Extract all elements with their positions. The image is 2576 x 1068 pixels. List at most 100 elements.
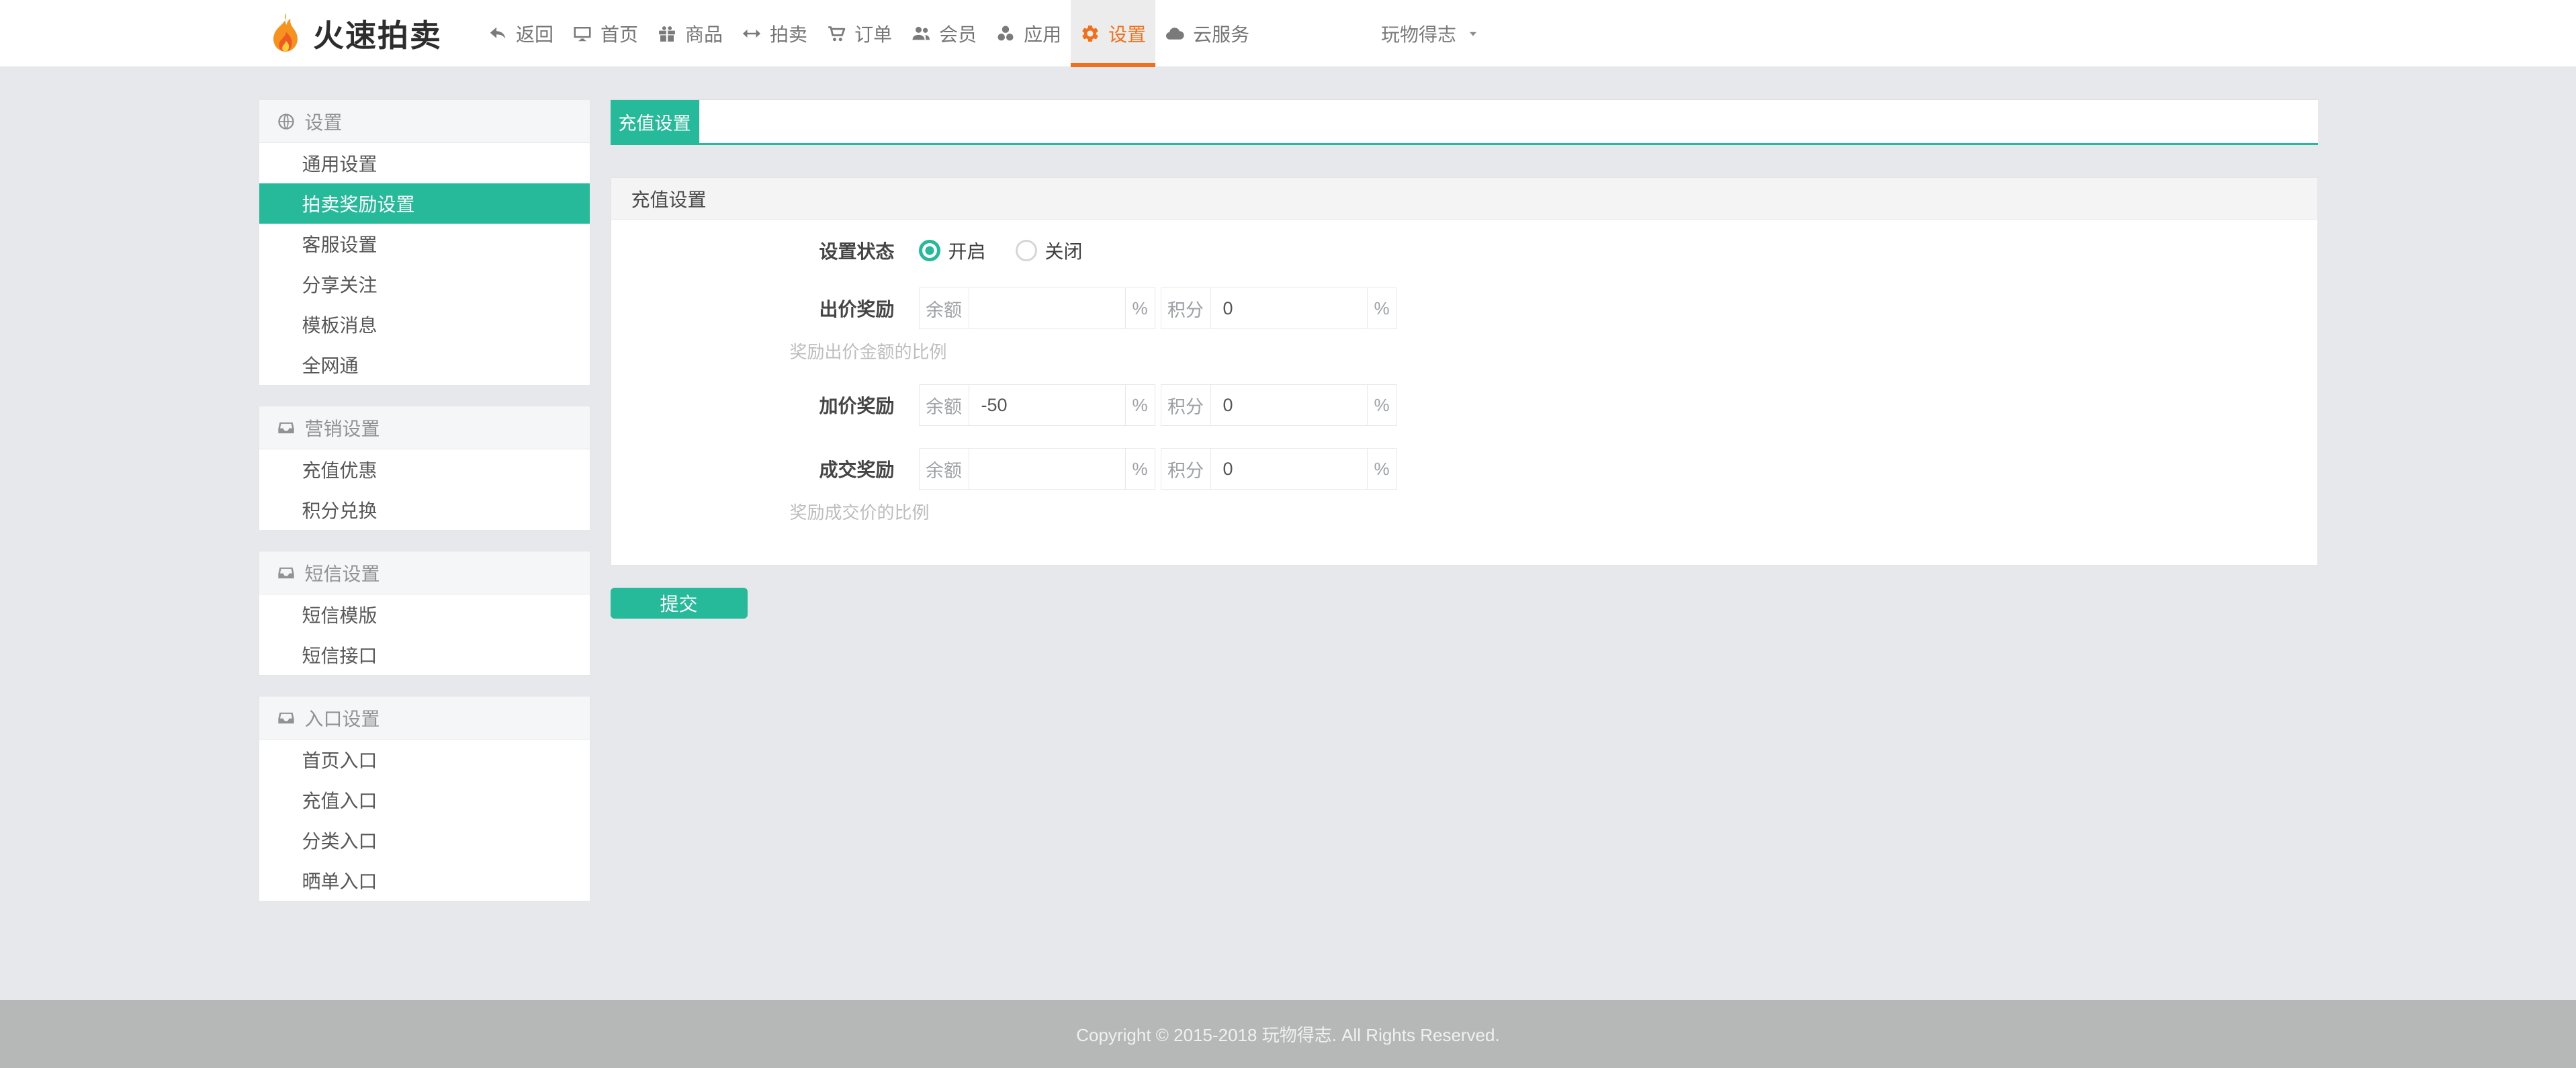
sidebar-item-label: 分享关注 [302, 271, 377, 298]
sidebar-item-category-entry[interactable]: 分类入口 [259, 820, 590, 860]
sidebar-item-label: 积分兑换 [302, 496, 377, 523]
radio-on-label: 开启 [948, 237, 986, 264]
raise-reward-label: 加价奖励 [611, 392, 895, 418]
nav-item-label: 设置 [1108, 20, 1146, 47]
sidebar-item-recharge-entry[interactable]: 充值入口 [259, 780, 590, 820]
sidebar-item-all-network[interactable]: 全网通 [259, 345, 590, 385]
sidebar-section-header: 营销设置 [259, 406, 590, 449]
percent-addon: % [1125, 288, 1155, 328]
sidebar-item-sms-template[interactable]: 短信模版 [259, 594, 590, 635]
nav-item-home[interactable]: 首页 [563, 0, 648, 67]
status-label: 设置状态 [611, 237, 895, 264]
reply-icon [488, 24, 508, 44]
main-nav: 返回 首页 商品 拍卖 订单 会员 应用 设置 [478, 0, 1259, 67]
points-addon: 积分 [1161, 385, 1211, 425]
form-row-raise-reward: 加价奖励 余额 % 积分 % [611, 384, 2317, 426]
inbox-icon [277, 418, 296, 437]
cloud-icon [1165, 24, 1185, 44]
nav-item-back[interactable]: 返回 [478, 0, 563, 67]
sidebar-section-sms: 短信设置 短信模版 短信接口 [259, 551, 590, 676]
sidebar-section-title: 设置 [305, 108, 343, 135]
raise-reward-points-input[interactable] [1211, 385, 1367, 425]
deal-reward-points-input[interactable] [1211, 449, 1367, 489]
submit-button[interactable]: 提交 [611, 588, 748, 619]
sidebar-item-home-entry[interactable]: 首页入口 [259, 740, 590, 780]
deal-reward-label: 成交奖励 [611, 455, 895, 482]
sidebar-item-label: 客服设置 [302, 230, 377, 257]
nav-item-label: 返回 [516, 20, 553, 47]
gear-icon [1080, 24, 1100, 44]
sidebar-item-template-message[interactable]: 模板消息 [259, 304, 590, 345]
nav-item-label: 订单 [854, 20, 892, 47]
bid-reward-balance-group: 余额 % [919, 287, 1155, 329]
arrows-h-icon [742, 24, 762, 44]
deal-reward-balance-group: 余额 % [919, 448, 1155, 490]
percent-addon: % [1367, 288, 1396, 328]
apps-icon [995, 24, 1016, 44]
sidebar-section-marketing: 营销设置 充值优惠 积分兑换 [259, 406, 590, 531]
nav-item-cloud[interactable]: 云服务 [1155, 0, 1259, 67]
recharge-settings-panel: 充值设置 设置状态 开启 关闭 [611, 177, 2318, 566]
copyright-text: Copyright © 2015-2018 玩物得志. All Rights R… [1076, 1022, 1499, 1047]
nav-item-goods[interactable]: 商品 [648, 0, 732, 67]
sidebar-section-entries: 入口设置 首页入口 充值入口 分类入口 晒单入口 [259, 696, 590, 901]
sidebar-item-order-show-entry[interactable]: 晒单入口 [259, 860, 590, 901]
main-content: 充值设置 充值设置 设置状态 开启 [611, 99, 2318, 619]
sidebar-item-label: 晒单入口 [302, 867, 377, 894]
tab-bar: 充值设置 [611, 99, 2318, 145]
form-row-bid-reward: 出价奖励 余额 % 积分 % [611, 287, 2317, 329]
bid-reward-balance-input[interactable] [969, 288, 1125, 328]
nav-item-label: 云服务 [1193, 20, 1249, 47]
sidebar-section-header: 入口设置 [259, 697, 590, 740]
radio-status-on[interactable]: 开启 [919, 237, 986, 264]
points-addon: 积分 [1161, 449, 1211, 489]
sidebar-item-points-exchange[interactable]: 积分兑换 [259, 490, 590, 530]
sidebar-item-auction-reward-settings[interactable]: 拍卖奖励设置 [259, 183, 590, 224]
sidebar-item-label: 充值入口 [302, 787, 377, 813]
tab-recharge-settings[interactable]: 充值设置 [611, 100, 699, 143]
sidebar-item-label: 分类入口 [302, 827, 377, 854]
raise-reward-balance-group: 余额 % [919, 384, 1155, 426]
raise-reward-balance-input[interactable] [969, 385, 1125, 425]
bid-reward-label: 出价奖励 [611, 295, 895, 322]
nav-item-orders[interactable]: 订单 [817, 0, 901, 67]
brand[interactable]: 火速拍卖 [266, 0, 442, 67]
page-footer: Copyright © 2015-2018 玩物得志. All Rights R… [0, 1000, 2576, 1068]
radio-off-label: 关闭 [1045, 237, 1083, 264]
nav-item-auction[interactable]: 拍卖 [732, 0, 817, 67]
nav-item-label: 应用 [1024, 20, 1061, 47]
brand-title: 火速拍卖 [313, 11, 442, 56]
nav-item-settings[interactable]: 设置 [1071, 0, 1155, 67]
nav-active-underline [1071, 63, 1155, 67]
form-row-status: 设置状态 开启 关闭 [611, 236, 2317, 265]
balance-addon: 余额 [920, 385, 969, 425]
sidebar-section-header: 短信设置 [259, 551, 590, 594]
sidebar-section-title: 营销设置 [305, 414, 380, 441]
bid-reward-points-input[interactable] [1211, 288, 1367, 328]
nav-item-members[interactable]: 会员 [901, 0, 986, 67]
page-body: 设置 通用设置 拍卖奖励设置 客服设置 分享关注 模板消息 全网通 营销设置 充… [0, 67, 2576, 1000]
sidebar-item-recharge-discount[interactable]: 充值优惠 [259, 449, 590, 490]
sidebar-item-label: 通用设置 [302, 150, 377, 177]
sidebar-item-sms-api[interactable]: 短信接口 [259, 635, 590, 675]
sidebar-item-label: 模板消息 [302, 311, 377, 338]
balance-addon: 余额 [920, 449, 969, 489]
sidebar-item-general-settings[interactable]: 通用设置 [259, 143, 590, 183]
bid-reward-help-text: 奖励出价金额的比例 [790, 339, 2317, 357]
sidebar-item-label: 拍卖奖励设置 [302, 190, 415, 217]
deal-reward-balance-input[interactable] [969, 449, 1125, 489]
radio-status-off[interactable]: 关闭 [1016, 237, 1083, 264]
sidebar-item-label: 短信接口 [302, 641, 377, 668]
percent-addon: % [1125, 385, 1155, 425]
users-icon [911, 24, 931, 44]
radio-on-indicator [919, 240, 940, 261]
inbox-icon [277, 709, 296, 727]
sidebar-item-customer-service-settings[interactable]: 客服设置 [259, 224, 590, 264]
recharge-settings-form: 设置状态 开启 关闭 [611, 220, 2317, 565]
user-dropdown[interactable]: 玩物得志 [1381, 0, 1480, 67]
nav-item-apps[interactable]: 应用 [986, 0, 1071, 67]
bid-reward-points-group: 积分 % [1161, 287, 1397, 329]
sidebar-item-share-follow[interactable]: 分享关注 [259, 264, 590, 304]
sidebar-item-label: 首页入口 [302, 746, 377, 773]
desktop-icon [572, 24, 592, 44]
